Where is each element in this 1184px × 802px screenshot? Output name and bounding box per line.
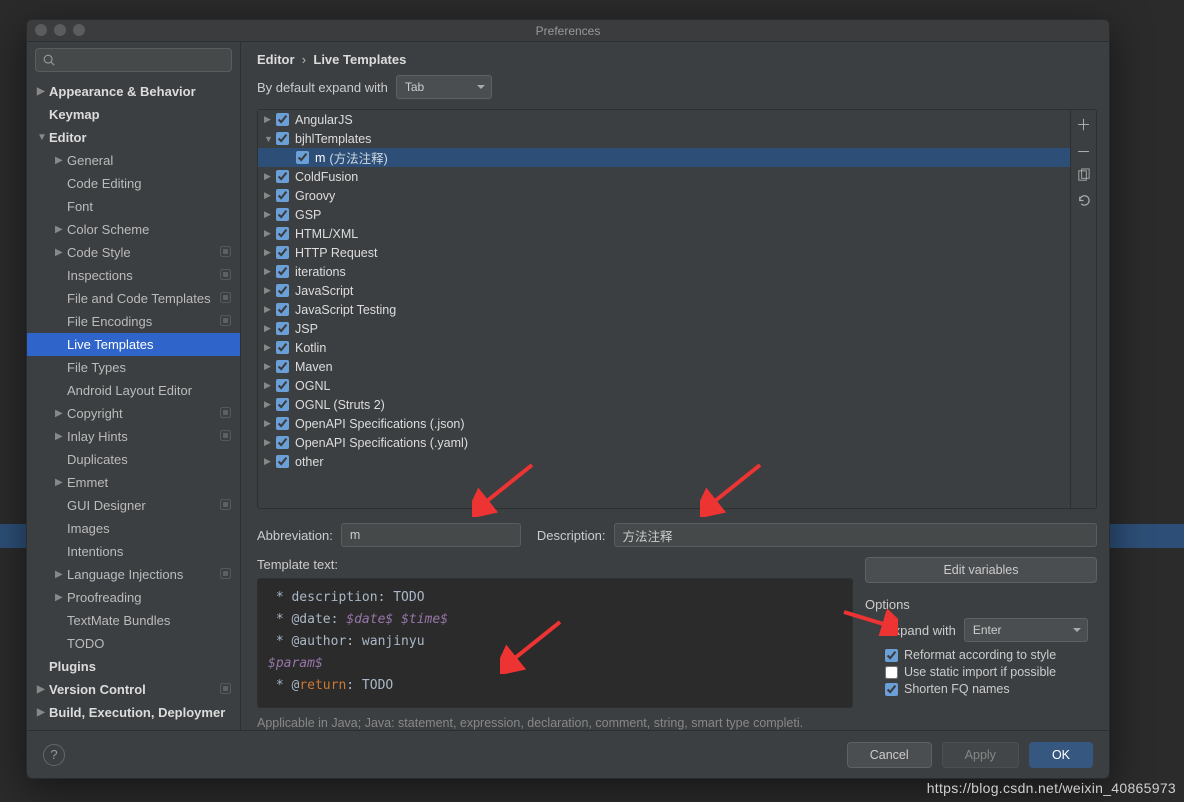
template-group[interactable]: ▶OGNL (Struts 2) [258, 395, 1070, 414]
search-icon [42, 53, 56, 67]
help-button[interactable]: ? [43, 744, 65, 766]
template-group[interactable]: ▶GSP [258, 205, 1070, 224]
sidebar-item-intentions[interactable]: Intentions [27, 540, 240, 563]
close-dot[interactable] [35, 24, 47, 36]
sidebar-item-file-and-code-templates[interactable]: File and Code Templates [27, 287, 240, 310]
template-group[interactable]: ▶Groovy [258, 186, 1070, 205]
settings-sidebar: ▶Appearance & BehaviorKeymap▼Editor▶Gene… [27, 42, 241, 730]
template-group[interactable]: ▶Kotlin [258, 338, 1070, 357]
zoom-dot[interactable] [73, 24, 85, 36]
remove-icon[interactable]: － [1076, 141, 1091, 162]
sidebar-item-android-layout-editor[interactable]: Android Layout Editor [27, 379, 240, 402]
abbreviation-input[interactable] [341, 523, 521, 547]
template-group-list[interactable]: ▶AngularJS▼bjhlTemplatesm(方法注释)▶ColdFusi… [257, 109, 1071, 509]
template-group[interactable]: ▶AngularJS [258, 110, 1070, 129]
template-group[interactable]: ▶ColdFusion [258, 167, 1070, 186]
template-group[interactable]: ▶HTML/XML [258, 224, 1070, 243]
watermark: https://blog.csdn.net/weixin_40865973 [927, 780, 1176, 796]
search-input[interactable] [35, 48, 232, 72]
sidebar-item-images[interactable]: Images [27, 517, 240, 540]
template-group[interactable]: ▶iterations [258, 262, 1070, 281]
settings-content: Editor › Live Templates By default expan… [241, 42, 1109, 730]
template-item[interactable]: m(方法注释) [258, 148, 1070, 167]
option-shorten-fq[interactable]: Shorten FQ names [865, 682, 1097, 696]
template-group[interactable]: ▶JavaScript Testing [258, 300, 1070, 319]
template-group[interactable]: ▶HTTP Request [258, 243, 1070, 262]
sidebar-item-code-style[interactable]: ▶Code Style [27, 241, 240, 264]
sidebar-item-inlay-hints[interactable]: ▶Inlay Hints [27, 425, 240, 448]
sidebar-item-file-types[interactable]: File Types [27, 356, 240, 379]
sidebar-item-appearance-behavior[interactable]: ▶Appearance & Behavior [27, 80, 240, 103]
titlebar: Preferences [27, 20, 1109, 42]
minimize-dot[interactable] [54, 24, 66, 36]
sidebar-item-plugins[interactable]: Plugins [27, 655, 240, 678]
edit-variables-button[interactable]: Edit variables [865, 557, 1097, 583]
sidebar-item-build-execution-deploymer[interactable]: ▶Build, Execution, Deploymer [27, 701, 240, 724]
sidebar-item-color-scheme[interactable]: ▶Color Scheme [27, 218, 240, 241]
template-text-editor[interactable]: * description: TODO * @date: $date$ $tim… [257, 578, 853, 708]
template-group[interactable]: ▶Maven [258, 357, 1070, 376]
default-expand-dropdown[interactable]: Tab [396, 75, 492, 99]
window-controls[interactable] [35, 24, 85, 36]
template-group[interactable]: ▶OpenAPI Specifications (.json) [258, 414, 1070, 433]
cancel-button[interactable]: Cancel [847, 742, 932, 768]
sidebar-item-file-encodings[interactable]: File Encodings [27, 310, 240, 333]
template-group[interactable]: ▶OGNL [258, 376, 1070, 395]
dialog-footer: ? Cancel Apply OK [27, 730, 1109, 778]
template-group[interactable]: ▶other [258, 452, 1070, 471]
ok-button[interactable]: OK [1029, 742, 1093, 768]
sidebar-item-todo[interactable]: TODO [27, 632, 240, 655]
sidebar-item-version-control[interactable]: ▶Version Control [27, 678, 240, 701]
sidebar-item-live-templates[interactable]: Live Templates [27, 333, 240, 356]
options-heading: Options [865, 597, 1097, 612]
expand-with-label: Expand with [885, 623, 956, 638]
sidebar-item-code-editing[interactable]: Code Editing [27, 172, 240, 195]
sidebar-item-keymap[interactable]: Keymap [27, 103, 240, 126]
template-text-label: Template text: [257, 557, 853, 572]
template-toolbar: ＋ － [1071, 109, 1097, 509]
option-reformat[interactable]: Reformat according to style [865, 648, 1097, 662]
template-group[interactable]: ▶OpenAPI Specifications (.yaml) [258, 433, 1070, 452]
add-icon[interactable]: ＋ [1076, 114, 1091, 135]
window-title: Preferences [536, 24, 601, 38]
description-input[interactable] [614, 523, 1097, 547]
default-expand-label: By default expand with [257, 80, 388, 95]
sidebar-item-editor[interactable]: ▼Editor [27, 126, 240, 149]
expand-with-dropdown[interactable]: Enter [964, 618, 1088, 642]
template-group[interactable]: ▼bjhlTemplates [258, 129, 1070, 148]
apply-button[interactable]: Apply [942, 742, 1019, 768]
sidebar-item-emmet[interactable]: ▶Emmet [27, 471, 240, 494]
sidebar-item-duplicates[interactable]: Duplicates [27, 448, 240, 471]
preferences-dialog: Preferences ▶Appearance & BehaviorKeymap… [26, 19, 1110, 779]
template-group[interactable]: ▶JavaScript [258, 281, 1070, 300]
settings-tree[interactable]: ▶Appearance & BehaviorKeymap▼Editor▶Gene… [27, 76, 240, 730]
breadcrumb: Editor › Live Templates [257, 52, 1097, 67]
revert-icon[interactable] [1076, 193, 1091, 212]
description-label: Description: [537, 528, 606, 543]
sidebar-item-general[interactable]: ▶General [27, 149, 240, 172]
option-static-import[interactable]: Use static import if possible [865, 665, 1097, 679]
sidebar-item-proofreading[interactable]: ▶Proofreading [27, 586, 240, 609]
sidebar-item-gui-designer[interactable]: GUI Designer [27, 494, 240, 517]
copy-icon[interactable] [1076, 168, 1091, 187]
template-group[interactable]: ▶JSP [258, 319, 1070, 338]
sidebar-item-textmate-bundles[interactable]: TextMate Bundles [27, 609, 240, 632]
sidebar-item-language-injections[interactable]: ▶Language Injections [27, 563, 240, 586]
sidebar-item-font[interactable]: Font [27, 195, 240, 218]
applicable-context: Applicable in Java; Java: statement, exp… [257, 716, 853, 730]
sidebar-item-inspections[interactable]: Inspections [27, 264, 240, 287]
abbreviation-label: Abbreviation: [257, 528, 333, 543]
sidebar-item-copyright[interactable]: ▶Copyright [27, 402, 240, 425]
